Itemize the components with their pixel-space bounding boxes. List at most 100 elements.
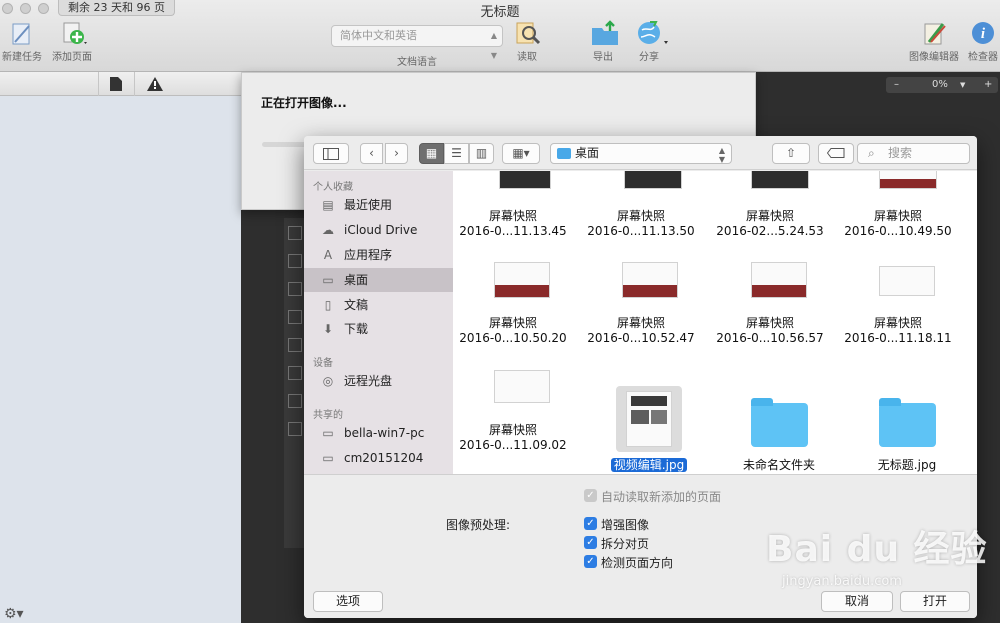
zoom-dropdown-icon[interactable]: ▼ bbox=[960, 77, 965, 93]
auto-read-label: 自动读取新添加的页面 bbox=[601, 490, 722, 504]
file-thumbnail bbox=[499, 171, 551, 189]
tags-button[interactable] bbox=[818, 143, 854, 164]
enhance-label: 增强图像 bbox=[601, 518, 650, 532]
read-magnifier-icon bbox=[514, 20, 541, 46]
window-title: 无标题 bbox=[480, 5, 520, 20]
tool-icon[interactable] bbox=[288, 422, 302, 436]
tool-icon[interactable] bbox=[288, 282, 302, 296]
sidebar-item-downloads[interactable]: ⬇ 下载 bbox=[304, 317, 453, 341]
share-icon: ⇧ bbox=[785, 146, 797, 160]
file-grid: 屏幕快照 2016-0...11.13.45 屏幕快照 2016-0...11.… bbox=[453, 171, 977, 474]
sidebar-toggle-button[interactable] bbox=[313, 143, 349, 164]
search-input[interactable]: ⌕ 搜索 bbox=[857, 143, 970, 164]
dialog-options-area: ✓ 自动读取新添加的页面 图像预处理: ✓ 增强图像 ✓ 拆分对页 ✓ 检测页面… bbox=[304, 474, 977, 618]
pages-pane bbox=[0, 72, 241, 623]
location-popup[interactable]: 桌面 ▲ ▼ bbox=[550, 143, 732, 164]
select-arrows-icon: ▲ ▼ bbox=[718, 146, 725, 164]
tool-icon[interactable] bbox=[288, 366, 302, 380]
document-language-label: 文档语言 bbox=[397, 57, 437, 68]
share-button[interactable]: 分享 bbox=[630, 20, 668, 63]
cancel-button[interactable]: 取消 bbox=[821, 591, 893, 612]
auto-read-checkbox[interactable]: ✓ bbox=[584, 489, 597, 502]
tool-icon[interactable] bbox=[288, 310, 302, 324]
recents-icon: ▤ bbox=[322, 198, 334, 212]
sidebar-item-applications[interactable]: A 应用程序 bbox=[304, 243, 453, 267]
options-button[interactable]: 选项 bbox=[313, 591, 383, 612]
file-thumbnail bbox=[879, 171, 937, 189]
language-select[interactable]: 简体中文和英语 ▲ ▼ bbox=[331, 25, 503, 60]
select-arrows-icon: ▲ ▼ bbox=[490, 31, 497, 60]
computer-icon: ▭ bbox=[322, 451, 334, 465]
documents-icon: ▯ bbox=[324, 298, 332, 312]
tool-icon[interactable] bbox=[288, 338, 302, 352]
add-page-button[interactable]: 添加页面 bbox=[48, 20, 96, 63]
file-thumbnail bbox=[751, 171, 809, 189]
arrange-grid-icon: ▦▾ bbox=[512, 146, 530, 160]
zoom-value: 0% bbox=[932, 79, 948, 90]
file-thumbnail bbox=[622, 262, 678, 298]
devices-header: 设备 bbox=[313, 358, 333, 369]
file-thumbnail bbox=[879, 266, 935, 296]
pages-pane-header bbox=[0, 72, 241, 96]
warning-icon[interactable] bbox=[147, 77, 163, 94]
tool-icon[interactable] bbox=[288, 394, 302, 408]
detect-orientation-checkbox[interactable]: ✓ bbox=[584, 555, 597, 568]
page-icon[interactable] bbox=[110, 77, 122, 94]
split-pages-checkbox[interactable]: ✓ bbox=[584, 536, 597, 549]
cloud-icon: ☁ bbox=[322, 223, 334, 237]
inspector-button[interactable]: i 检查器 bbox=[966, 20, 1000, 63]
gear-icon[interactable]: ⚙▾ bbox=[4, 606, 24, 622]
chevron-right-icon: › bbox=[394, 146, 399, 160]
tool-icon[interactable] bbox=[288, 254, 302, 268]
sidebar-item-icloud[interactable]: ☁ iCloud Drive bbox=[304, 218, 453, 242]
enhance-checkbox[interactable]: ✓ bbox=[584, 517, 597, 530]
read-button[interactable]: 读取 bbox=[510, 20, 544, 63]
open-file-dialog: ‹ › ▦ ☰ ▥ ▦▾ 桌面 ▲ ▼ ⇧ ⌕ 搜索 个人收藏 ▤ 最近使用 ☁… bbox=[304, 136, 977, 618]
zoom-in-button[interactable]: + bbox=[984, 77, 992, 93]
main-toolbar: 剩余 23 天和 96 页 无标题 新建任务 添加页面 简体中文和英语 ▲ ▼ 文… bbox=[0, 0, 1000, 72]
sidebar-toggle-icon bbox=[314, 144, 348, 166]
export-button[interactable]: 导出 bbox=[586, 20, 620, 63]
computer-icon: ▭ bbox=[322, 426, 334, 440]
export-folder-icon bbox=[590, 20, 618, 46]
column-view-button[interactable]: ▥ bbox=[469, 143, 494, 164]
disc-icon: ◎ bbox=[322, 374, 334, 388]
dialog-toolbar: ‹ › ▦ ☰ ▥ ▦▾ 桌面 ▲ ▼ ⇧ ⌕ 搜索 bbox=[304, 136, 977, 170]
add-page-icon bbox=[59, 20, 87, 46]
sidebar-item-documents[interactable]: ▯ 文稿 bbox=[304, 293, 453, 317]
share-globe-icon bbox=[636, 20, 668, 46]
info-icon: i bbox=[970, 20, 996, 46]
favorites-header: 个人收藏 bbox=[313, 182, 353, 193]
grid-view-icon: ▦ bbox=[425, 146, 438, 160]
file-thumbnail bbox=[751, 262, 807, 298]
desktop-folder-icon bbox=[557, 148, 571, 159]
folder-icon bbox=[879, 398, 936, 447]
folder-icon bbox=[751, 398, 808, 447]
new-task-button[interactable]: 新建任务 bbox=[0, 20, 44, 63]
file-thumbnail bbox=[624, 171, 682, 189]
sheet-title: 正在打开图像... bbox=[261, 96, 347, 110]
sidebar-item-cm20151204[interactable]: ▭ cm20151204 bbox=[304, 446, 453, 470]
arrange-button[interactable]: ▦▾ bbox=[502, 143, 540, 164]
sidebar-item-remote-disc[interactable]: ◎ 远程光盘 bbox=[304, 369, 453, 393]
forward-button[interactable]: › bbox=[385, 143, 408, 164]
detect-orientation-label: 检测页面方向 bbox=[601, 556, 674, 570]
file-thumbnail bbox=[626, 391, 672, 447]
icon-view-button[interactable]: ▦ bbox=[419, 143, 444, 164]
share-button[interactable]: ⇧ bbox=[772, 143, 810, 164]
sidebar-item-desktop[interactable]: ▭ 桌面 bbox=[304, 268, 453, 292]
download-icon: ⬇ bbox=[322, 322, 334, 336]
list-view-button[interactable]: ☰ bbox=[444, 143, 469, 164]
tool-icon[interactable] bbox=[288, 226, 302, 240]
new-task-icon bbox=[9, 20, 35, 46]
sidebar-item-bella-pc[interactable]: ▭ bella-win7-pc bbox=[304, 421, 453, 445]
open-button[interactable]: 打开 bbox=[900, 591, 970, 612]
image-editor-icon bbox=[921, 20, 947, 46]
column-view-icon: ▥ bbox=[475, 146, 488, 160]
shared-header: 共享的 bbox=[313, 410, 343, 421]
image-tools-strip bbox=[284, 218, 306, 548]
zoom-out-button[interactable]: – bbox=[894, 77, 899, 93]
sidebar-item-recents[interactable]: ▤ 最近使用 bbox=[304, 193, 453, 217]
image-editor-button[interactable]: 图像编辑器 bbox=[906, 20, 962, 63]
back-button[interactable]: ‹ bbox=[360, 143, 383, 164]
